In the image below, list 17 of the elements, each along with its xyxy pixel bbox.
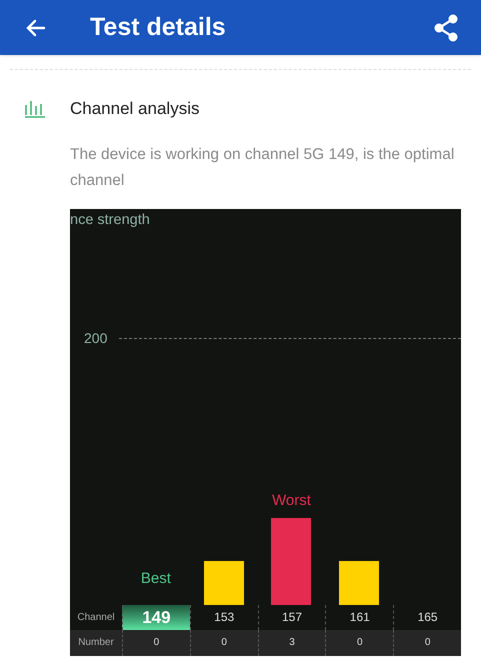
count-cell: 0 [325, 630, 394, 656]
row-label: Number [77, 636, 115, 650]
count-cell: 0 [190, 630, 258, 656]
rank-label: Best [140, 569, 171, 589]
section-title: Channel analysis [70, 98, 200, 120]
page-title: Test details [90, 12, 226, 43]
count-cell: 3 [258, 630, 326, 656]
share-icon[interactable] [433, 14, 459, 42]
axis-tick-label: 200 [84, 328, 108, 348]
description: The device is working on channel 5G 149, is the optimal channel [70, 144, 456, 190]
bar-chart-icon [24, 100, 46, 118]
count-cell: 0 [393, 630, 461, 656]
chart-title: nce strength [70, 210, 151, 230]
rank-label: Worst [272, 490, 311, 511]
channel-cell: 149 [122, 604, 190, 630]
count-cell: 0 [122, 630, 190, 656]
row-label: Channel [76, 610, 116, 625]
